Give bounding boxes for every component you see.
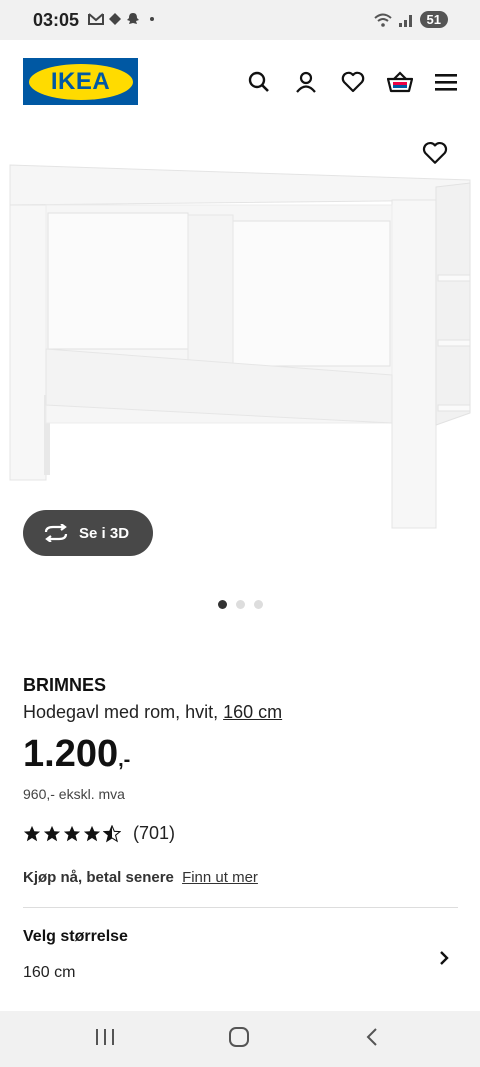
rating-count: (701) [133,823,176,843]
status-bar: 03:05 51 [0,0,480,40]
rotate-3d-icon [44,524,68,542]
product-rating[interactable]: (701) [23,823,175,844]
half-star-icon [103,824,121,842]
product-price: 1.200,- [23,733,130,776]
size-selector-title: Velg størrelse [23,928,128,945]
carousel-dot[interactable] [253,600,263,609]
price-excl-vat: 960,- ekskl. mva [23,786,125,802]
heart-icon[interactable] [339,68,367,96]
logo-text: IKEA [50,67,111,95]
system-nav-bar [0,1011,480,1067]
product-name: BRIMNES [23,675,107,695]
notification-icons [88,12,154,26]
add-to-wishlist-icon[interactable] [422,141,448,165]
size-selector[interactable]: Velg størrelse 160 cm [23,928,458,988]
account-icon[interactable] [292,68,320,96]
app-icon [109,13,121,25]
gmail-icon [88,13,104,25]
signal-icon [398,14,412,27]
ikea-logo[interactable]: IKEA [23,58,138,105]
status-time: 03:05 [33,10,80,30]
size-link[interactable]: 160 cm [223,702,282,722]
klarna-text: Kjøp nå, betal senere [23,869,174,886]
carousel-dot[interactable] [217,600,227,609]
carousel-dot[interactable] [235,600,245,609]
price-value: 1.200 [23,733,119,775]
klarna-link[interactable]: Finn ut mer [182,869,258,886]
star-icon [63,825,81,841]
klarna-info: Kjøp nå, betal senere Finn ut mer [23,869,258,886]
basket-icon[interactable] [386,68,414,96]
price-suffix: ,- [118,749,131,771]
battery-indicator: 51 [419,11,448,28]
product-image-area[interactable]: Se i 3D [0,125,480,585]
app-header: IKEA [0,40,480,125]
recent-apps-icon[interactable] [94,1027,116,1052]
wifi-icon [373,13,392,27]
view-in-3d-label: Se i 3D [79,524,130,542]
divider [23,907,458,908]
star-icon [43,825,61,841]
product-description-text: Hodegavl med rom, hvit, [23,702,219,722]
view-in-3d-button[interactable]: Se i 3D [23,510,153,556]
home-icon[interactable] [228,1027,250,1052]
logo-oval: IKEA [28,63,133,100]
size-selector-value: 160 cm [23,964,76,981]
chevron-right-icon [440,951,449,965]
star-icon [83,825,101,841]
status-right: 51 [373,11,448,28]
search-icon[interactable] [245,68,273,96]
more-dot-icon [150,17,154,21]
star-icon [23,825,41,841]
back-icon[interactable] [364,1027,380,1052]
image-carousel-dots [0,600,480,609]
snapchat-icon [127,13,139,24]
product-description: Hodegavl med rom, hvit, 160 cm [23,702,282,723]
menu-icon[interactable] [432,68,460,96]
